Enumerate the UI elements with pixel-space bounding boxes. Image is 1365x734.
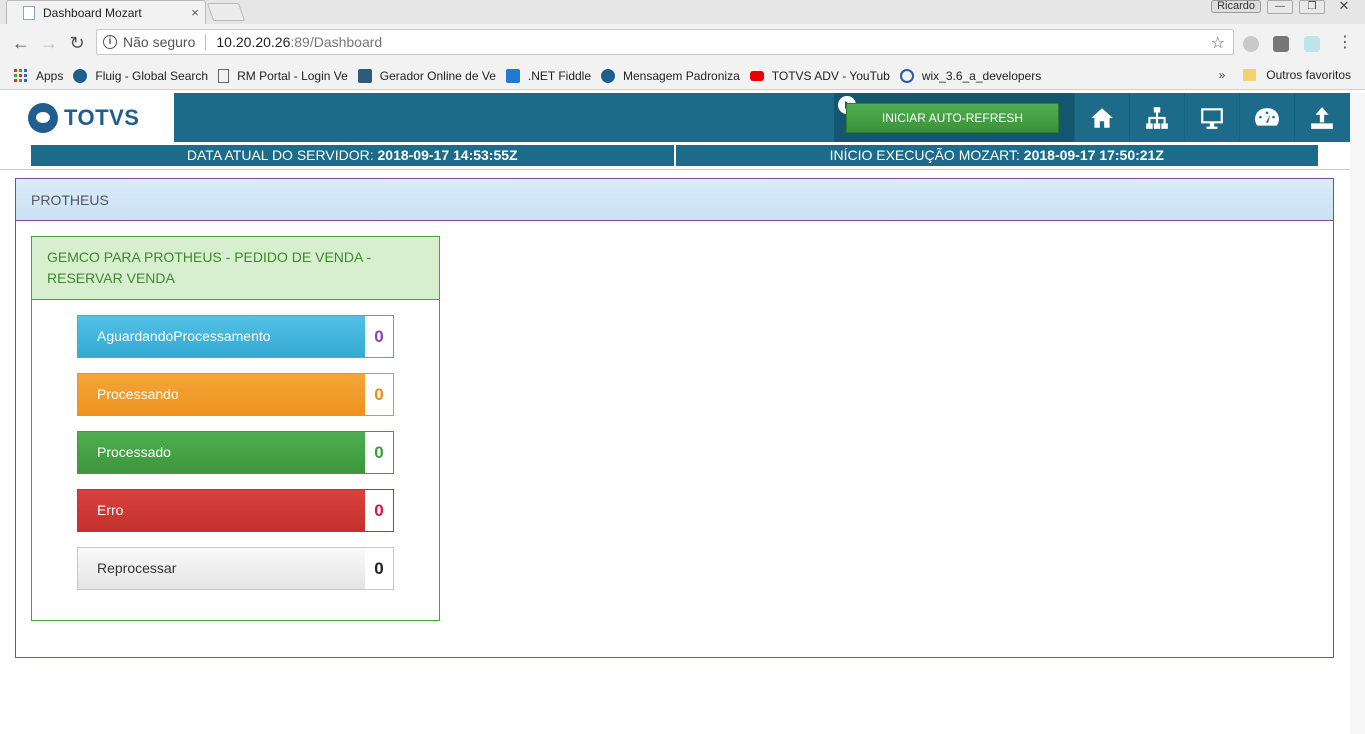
refresh-area: INICIAR AUTO-REFRESH: [834, 93, 1074, 142]
fluig-icon: [73, 68, 88, 83]
page-favicon-icon: [23, 5, 35, 20]
back-arrow-icon[interactable]: ←: [10, 32, 32, 54]
reload-icon[interactable]: ↻: [66, 32, 88, 54]
page-icon: [218, 68, 230, 83]
status-count: 0: [365, 490, 393, 531]
bookmark-label: Gerador Online de Ve: [379, 68, 496, 83]
extension-circle-icon[interactable]: [1243, 36, 1259, 52]
upload-icon[interactable]: [1294, 93, 1349, 142]
browser-toolbar: ← → ↻ i Não seguro 10.20.20.26 :89/Dashb…: [0, 24, 1365, 62]
other-bookmarks[interactable]: Outros favoritos: [1266, 68, 1351, 82]
app-header: TOTVS INICIAR AUTO-REFRESH: [0, 93, 1365, 142]
generator-icon: [357, 68, 372, 83]
extension-chat-icon[interactable]: [1273, 36, 1289, 52]
protheus-panel: PROTHEUS GEMCO PARA PROTHEUS - PEDIDO DE…: [15, 178, 1334, 658]
youtube-icon: [749, 70, 764, 81]
bookmark-label: Apps: [36, 68, 64, 83]
forward-arrow-icon[interactable]: →: [38, 32, 60, 54]
bookmark-dotnet-fiddle[interactable]: .NET Fiddle: [505, 68, 592, 83]
bookmark-label: Mensagem Padroniza: [623, 68, 740, 83]
bookmark-label: TOTVS ADV - YouTub: [771, 68, 890, 83]
status-label: Reprocessar: [78, 548, 365, 589]
mozart-start-value: 2018-09-17 17:50:21Z: [1023, 147, 1164, 163]
dashboard-gauge-icon[interactable]: [1239, 93, 1294, 142]
sitemap-icon[interactable]: [1129, 93, 1184, 142]
tab-title: Dashboard Mozart: [43, 5, 142, 20]
mozart-start-label: INÍCIO EXECUÇÃO MOZART:: [829, 147, 1024, 163]
url-host: 10.20.20.26: [216, 34, 291, 50]
bookmark-star-icon[interactable]: ☆: [1211, 33, 1225, 53]
status-awaiting[interactable]: AguardandoProcessamento 0: [77, 315, 394, 358]
integration-card: GEMCO PARA PROTHEUS - PEDIDO DE VENDA - …: [31, 236, 440, 621]
close-window-button[interactable]: ✕: [1331, 0, 1357, 14]
status-error[interactable]: Erro 0: [77, 489, 394, 532]
minimize-button[interactable]: —: [1267, 0, 1293, 14]
folder-icon: [1243, 69, 1257, 81]
browser-tab[interactable]: Dashboard Mozart ×: [6, 0, 206, 24]
divider: [0, 169, 1350, 170]
status-count: 0: [365, 432, 393, 473]
status-count: 0: [365, 316, 393, 357]
dotnet-icon: [505, 68, 520, 83]
server-info-bar: DATA ATUAL DO SERVIDOR: 2018-09-17 14:53…: [31, 145, 1318, 166]
bookmark-label: Fluig - Global Search: [95, 68, 209, 83]
card-title: GEMCO PARA PROTHEUS - PEDIDO DE VENDA - …: [32, 237, 439, 300]
bookmark-label: wix_3.6_a_developers: [921, 68, 1042, 83]
bookmark-label: RM Portal - Login Ve: [237, 68, 348, 83]
browser-tabstrip: Dashboard Mozart × Ricardo — ❐ ✕: [0, 0, 1365, 24]
server-date-value: 2018-09-17 14:53:55Z: [377, 147, 518, 163]
logo-text: TOTVS: [64, 104, 140, 130]
status-count: 0: [365, 548, 393, 589]
window-controls: Ricardo — ❐ ✕: [1211, 0, 1365, 14]
status-reprocess[interactable]: Reprocessar 0: [77, 547, 394, 590]
status-label: Processado: [78, 432, 365, 473]
extension-grid-icon[interactable]: [1304, 36, 1320, 52]
status-label: Erro: [78, 490, 365, 531]
server-date-cell: DATA ATUAL DO SERVIDOR: 2018-09-17 14:53…: [31, 145, 674, 166]
restore-button[interactable]: ❐: [1299, 0, 1325, 14]
apps-grid-icon: [14, 68, 28, 83]
bookmarks-overflow-icon[interactable]: »: [1219, 68, 1226, 82]
message-icon: [601, 68, 616, 83]
mozart-start-cell: INÍCIO EXECUÇÃO MOZART: 2018-09-17 17:50…: [675, 145, 1318, 166]
bookmarks-bar: Apps Fluig - Global Search RM Portal - L…: [0, 62, 1365, 90]
bookmark-youtube[interactable]: TOTVS ADV - YouTub: [749, 68, 890, 83]
totvs-logo[interactable]: TOTVS: [0, 93, 174, 142]
bookmark-apps[interactable]: Apps: [14, 68, 64, 83]
bookmark-mensagem[interactable]: Mensagem Padroniza: [601, 68, 740, 83]
new-tab-button[interactable]: [206, 3, 246, 21]
bookmarks-right: » Outros favoritos: [1219, 68, 1351, 82]
bookmark-label: .NET Fiddle: [527, 68, 592, 83]
status-label: Processando: [78, 374, 365, 415]
bookmark-gerador[interactable]: Gerador Online de Ve: [357, 68, 496, 83]
bookmark-wix[interactable]: wix_3.6_a_developers: [899, 68, 1042, 83]
tab-close-icon[interactable]: ×: [185, 5, 205, 20]
totvs-logo-icon: [28, 102, 58, 133]
status-count: 0: [365, 374, 393, 415]
bookmark-fluig[interactable]: Fluig - Global Search: [73, 68, 209, 83]
status-label: AguardandoProcessamento: [78, 316, 365, 357]
profile-badge[interactable]: Ricardo: [1211, 0, 1261, 13]
info-icon[interactable]: i: [103, 35, 117, 49]
monitor-icon[interactable]: [1184, 93, 1239, 142]
server-date-label: DATA ATUAL DO SERVIDOR:: [186, 147, 378, 163]
bookmark-rm-portal[interactable]: RM Portal - Login Ve: [218, 68, 348, 83]
browser-menu-icon[interactable]: ⋮: [1334, 32, 1356, 54]
home-icon[interactable]: [1074, 93, 1129, 142]
auto-refresh-button[interactable]: INICIAR AUTO-REFRESH: [846, 103, 1059, 133]
status-processed[interactable]: Processado 0: [77, 431, 394, 474]
address-bar[interactable]: i Não seguro 10.20.20.26 :89/Dashboard ☆: [96, 29, 1234, 55]
security-label: Não seguro: [123, 34, 196, 50]
status-processing[interactable]: Processando 0: [77, 373, 394, 416]
address-separator: [205, 34, 207, 50]
panel-title: PROTHEUS: [16, 179, 1333, 221]
url-path: :89/Dashboard: [290, 34, 383, 50]
page-scrollbar[interactable]: [1350, 93, 1365, 734]
wix-icon: [899, 68, 914, 83]
